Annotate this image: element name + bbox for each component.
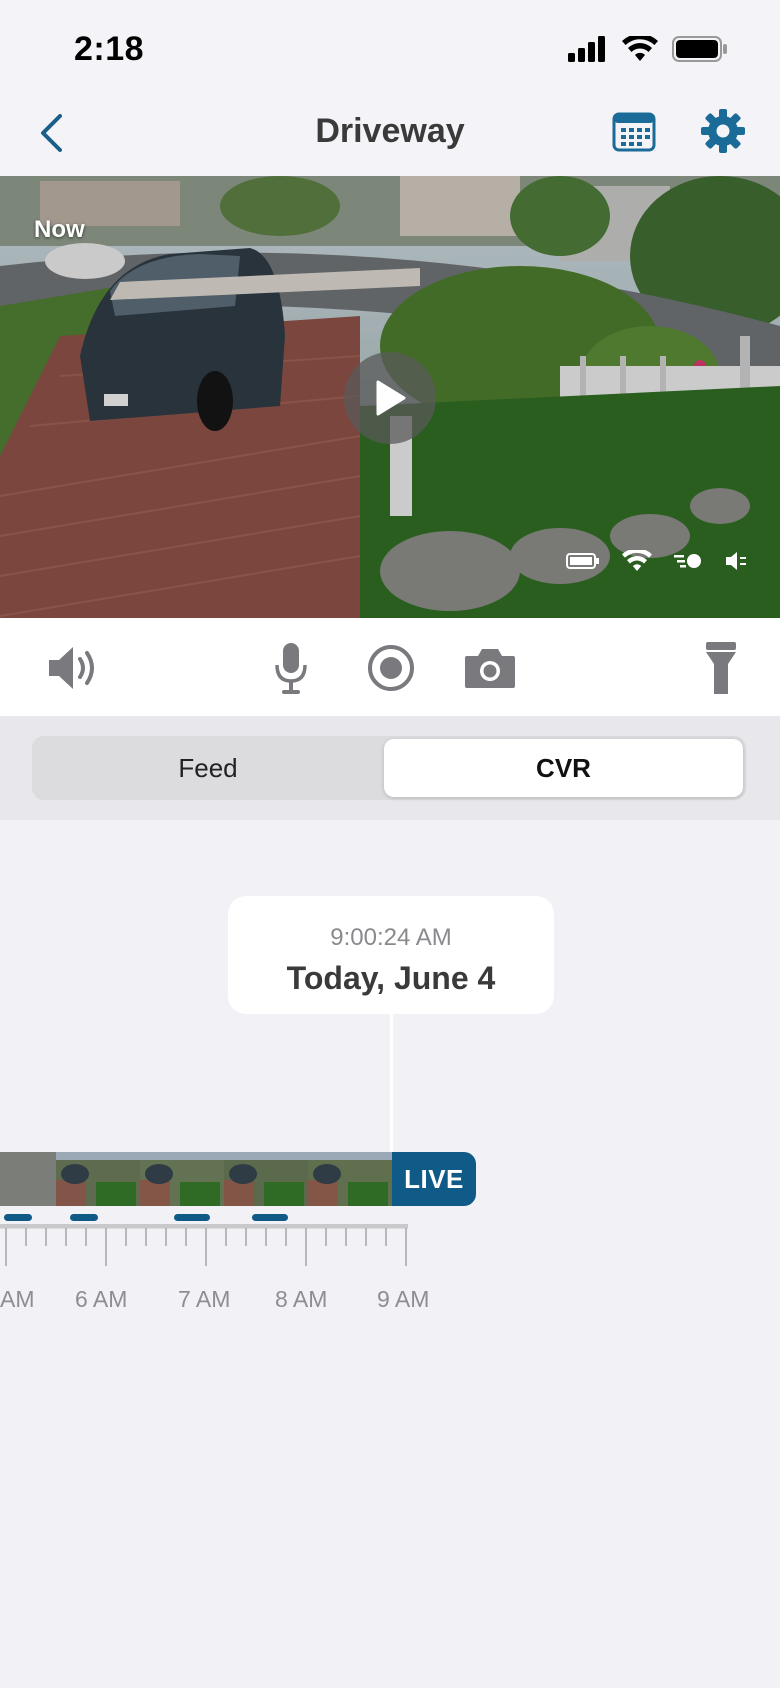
microphone-button[interactable] bbox=[266, 638, 316, 698]
tick-label: 7 AM bbox=[178, 1286, 231, 1312]
now-label: Now bbox=[34, 216, 85, 243]
camera-video-preview[interactable]: Now bbox=[0, 176, 780, 618]
segmented-control-area: Feed CVR bbox=[0, 716, 780, 820]
timeline-date: Today, June 4 bbox=[286, 960, 496, 996]
event-marker[interactable] bbox=[174, 1214, 210, 1221]
timeline-thumbnail-strip[interactable] bbox=[0, 1152, 392, 1206]
video-status-icons bbox=[566, 550, 750, 572]
camera-battery-icon bbox=[566, 553, 599, 569]
record-button[interactable] bbox=[364, 638, 418, 698]
status-bar: 2:18 bbox=[0, 0, 780, 90]
timeline-ruler[interactable] bbox=[0, 1223, 420, 1268]
live-badge[interactable]: LIVE bbox=[392, 1152, 476, 1206]
record-icon bbox=[368, 645, 414, 691]
timeline-time: 9:00:24 AM bbox=[330, 924, 452, 951]
timeline-ruler-ticks bbox=[0, 1223, 408, 1266]
battery-icon bbox=[672, 36, 727, 62]
segmented-control: Feed CVR bbox=[32, 736, 746, 800]
tick-label: 6 AM bbox=[75, 1286, 128, 1312]
snapshot-button[interactable] bbox=[462, 638, 518, 698]
play-button[interactable] bbox=[344, 352, 436, 444]
tick-label: 9 AM bbox=[377, 1286, 430, 1312]
camera-icon bbox=[465, 649, 515, 688]
page-title: Driveway bbox=[315, 112, 465, 150]
cellular-signal-icon bbox=[568, 36, 605, 62]
wifi-icon bbox=[622, 36, 658, 61]
event-markers bbox=[0, 1214, 780, 1222]
camera-wifi-icon bbox=[622, 550, 652, 571]
calendar-icon bbox=[612, 112, 656, 152]
tab-cvr[interactable]: CVR bbox=[384, 739, 743, 797]
navigation-bar: Driveway bbox=[0, 90, 780, 176]
calendar-button[interactable] bbox=[612, 112, 656, 152]
speaker-button[interactable] bbox=[44, 638, 104, 698]
timeline-playhead bbox=[390, 1014, 393, 1152]
play-icon bbox=[376, 380, 406, 416]
tick-label: 8 AM bbox=[275, 1286, 328, 1312]
gear-icon bbox=[701, 109, 745, 153]
microphone-icon bbox=[275, 643, 307, 694]
timeline-thumbnails bbox=[0, 1152, 392, 1206]
speaker-icon bbox=[49, 647, 94, 689]
motion-light-icon bbox=[674, 554, 701, 568]
event-marker[interactable] bbox=[70, 1214, 98, 1221]
status-time: 2:18 bbox=[74, 30, 145, 68]
event-marker[interactable] bbox=[252, 1214, 288, 1221]
timeline-time-card: 9:00:24 AM Today, June 4 bbox=[228, 896, 554, 1014]
camera-controls-bar bbox=[0, 618, 780, 716]
flashlight-button[interactable] bbox=[696, 638, 746, 698]
event-marker[interactable] bbox=[4, 1214, 32, 1221]
settings-button[interactable] bbox=[700, 108, 746, 154]
tab-feed[interactable]: Feed bbox=[35, 739, 381, 797]
tick-label: AM bbox=[0, 1286, 35, 1312]
chevron-left-icon bbox=[41, 114, 62, 152]
camera-speaker-icon bbox=[726, 552, 746, 570]
flashlight-icon bbox=[706, 642, 736, 694]
back-button[interactable] bbox=[38, 108, 78, 158]
status-icons bbox=[568, 36, 728, 62]
